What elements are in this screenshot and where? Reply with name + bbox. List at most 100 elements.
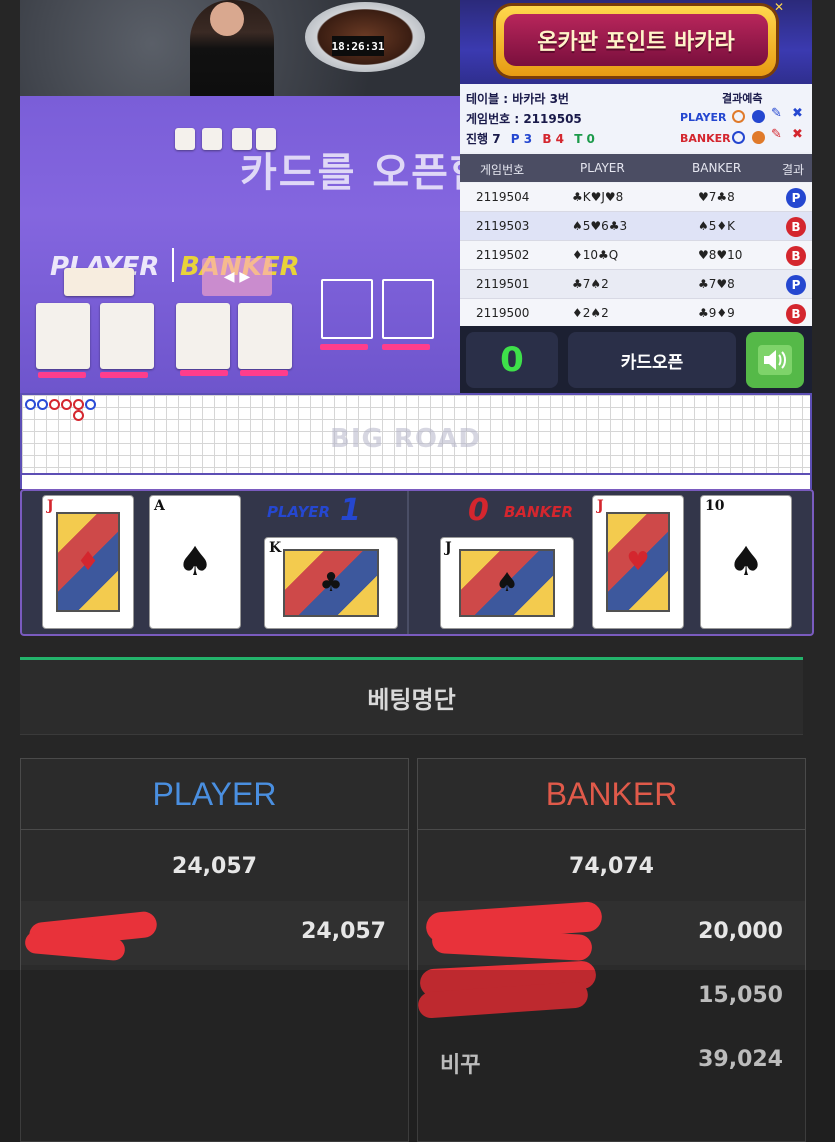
- history-game-number: 2119503: [476, 219, 530, 233]
- dealt-card: [176, 303, 230, 369]
- progress-tie: T 0: [574, 132, 595, 146]
- history-banker-cards: ♣7♥8: [698, 277, 735, 291]
- predict-banker-o-button[interactable]: [732, 131, 745, 144]
- bet-row: 20,000: [418, 900, 805, 965]
- bet-light: [382, 344, 430, 350]
- bet-row: 24,057: [21, 901, 408, 965]
- reveal-player-score: 1: [340, 493, 361, 528]
- bet-amount: 24,057: [301, 919, 386, 944]
- history-player-cards: ♣7♠2: [572, 277, 609, 291]
- history-player-cards: ♦2♠2: [572, 306, 609, 320]
- player-bets-column: PLAYER 24,057 24,057: [20, 758, 409, 1142]
- bet-amount: 20,000: [698, 919, 783, 944]
- live-video: 18:26:31 카드를 오픈합니다. PLAYER BANKER ◀ ▶: [20, 0, 460, 393]
- history-game-number: 2119500: [476, 306, 530, 320]
- bet-light: [320, 344, 368, 350]
- road-dot: [37, 399, 48, 410]
- dealt-card: [100, 303, 154, 369]
- bet-row: 비꾸 39,024: [418, 1029, 805, 1093]
- bet-light: [240, 370, 288, 376]
- player-bets-total: 24,057: [172, 853, 257, 879]
- banker-bets-total: 74,074: [569, 853, 654, 879]
- road-dot: [73, 410, 84, 421]
- bettor-name: 비꾸: [440, 1053, 481, 1078]
- banker-card: J ♥: [592, 495, 684, 629]
- predict-banker-clear-icon[interactable]: ✖: [792, 127, 803, 142]
- divider: [172, 248, 174, 282]
- history-col-banker: BANKER: [692, 161, 742, 175]
- dealt-card: [36, 303, 90, 369]
- history-player-cards: ♦10♣Q: [572, 248, 619, 262]
- history-col-result: 결과: [782, 163, 805, 177]
- bet-amount: 15,050: [698, 983, 783, 1008]
- betting-list-header: 베팅명단: [20, 657, 803, 735]
- player-card: A ♠: [149, 495, 241, 629]
- table-card: [202, 128, 222, 150]
- game-info-panel: 온카판 포인트 바카라 ✕ 테이블 : 바카라 3번 게임번호 : 211950…: [460, 0, 812, 393]
- history-game-number: 2119501: [476, 277, 530, 291]
- overlay-message: 카드를 오픈합니다.: [240, 150, 460, 196]
- game-number: 게임번호 : 2119505: [466, 112, 582, 126]
- predict-banker-label: BANKER: [680, 132, 731, 145]
- betting-list-title: 베팅명단: [367, 686, 456, 714]
- shoe-nav-button[interactable]: ◀ ▶: [202, 258, 272, 296]
- progress: 진행 7 P 3 B 4 T 0: [466, 130, 595, 147]
- sound-button[interactable]: [746, 332, 804, 388]
- history-result-badge: P: [786, 275, 806, 295]
- history-banker-cards: ♥8♥10: [698, 248, 743, 262]
- card-suit: ♣: [319, 568, 343, 598]
- reveal-divider: [407, 491, 409, 634]
- dealt-card: [238, 303, 292, 369]
- player-card: J ♦: [42, 495, 134, 629]
- history-player-cards: ♠5♥6♣3: [572, 219, 628, 233]
- banker-card: 10 ♠: [700, 495, 792, 629]
- baccarat-screen: 18:26:31 카드를 오픈합니다. PLAYER BANKER ◀ ▶ 온카…: [0, 0, 835, 1142]
- reveal-banker-score: 0: [468, 493, 489, 528]
- history-row: 2119502 ♦10♣Q ♥8♥10 B: [460, 241, 812, 270]
- dealer-face: [210, 2, 244, 36]
- road-dot: [85, 399, 96, 410]
- history-result-badge: B: [786, 246, 806, 266]
- reveal-player-title: PLAYER: [267, 503, 331, 521]
- predict-player-dot-button[interactable]: [752, 110, 765, 123]
- history-banker-cards: ♠5♦K: [698, 219, 736, 233]
- predict-banker-pencil-icon[interactable]: ✎: [771, 127, 782, 142]
- history-result-badge: B: [786, 304, 806, 324]
- bet-row: 15,050: [417, 960, 805, 1029]
- progress-player: P 3: [510, 132, 533, 146]
- player-bets-header: PLAYER: [21, 759, 408, 830]
- bet-amount: 39,024: [698, 1047, 783, 1072]
- card-suit: ♠: [495, 568, 519, 598]
- predict-player-o-button[interactable]: [732, 110, 745, 123]
- history-row: 2119504 ♣K♥J♥8 ♥7♣8 P: [460, 183, 812, 212]
- bet-light: [38, 372, 86, 378]
- banner-title: 온카판 포인트 바카라: [504, 14, 768, 66]
- close-icon[interactable]: ✕: [774, 0, 784, 14]
- predict-player-pencil-icon[interactable]: ✎: [771, 106, 782, 121]
- history-result-badge: P: [786, 188, 806, 208]
- predict-player-clear-icon[interactable]: ✖: [792, 106, 803, 121]
- history-player-cards: ♣K♥J♥8: [572, 190, 624, 204]
- card-slot: [382, 279, 434, 339]
- card-reveal: PLAYER 1 0 BANKER J ♦ A ♠ K ♣ J ♠ J ♥ 10 ♠: [20, 489, 814, 636]
- road-dot: [25, 399, 36, 410]
- predict-banker-dot-button[interactable]: [752, 131, 765, 144]
- table-card: [64, 268, 134, 296]
- history-header: 게임번호 PLAYER BANKER 결과: [460, 154, 812, 182]
- history-row: 2119503 ♠5♥6♣3 ♠5♦K B: [460, 212, 812, 241]
- history-col-player: PLAYER: [580, 161, 625, 175]
- banker-bets-header: BANKER: [418, 759, 805, 830]
- bet-light: [180, 370, 228, 376]
- table-name: 테이블 : 바카라 3번: [466, 92, 569, 106]
- card-suit: ♥: [626, 547, 650, 577]
- reveal-banker-title: BANKER: [504, 503, 574, 521]
- history-banker-cards: ♥7♣8: [698, 190, 735, 204]
- progress-label: 진행 7: [466, 132, 501, 146]
- card-suit: ♠: [728, 539, 764, 585]
- brand-banner: 온카판 포인트 바카라 ✕: [460, 0, 812, 84]
- progress-banker: B 4: [542, 132, 564, 146]
- open-card-button[interactable]: 카드오픈: [568, 332, 736, 388]
- banker-bets-column: BANKER 74,074 20,000 15,050 비꾸 39,024: [417, 758, 806, 1142]
- predict-label: 결과예측: [722, 92, 763, 105]
- predict-player-label: PLAYER: [680, 111, 727, 124]
